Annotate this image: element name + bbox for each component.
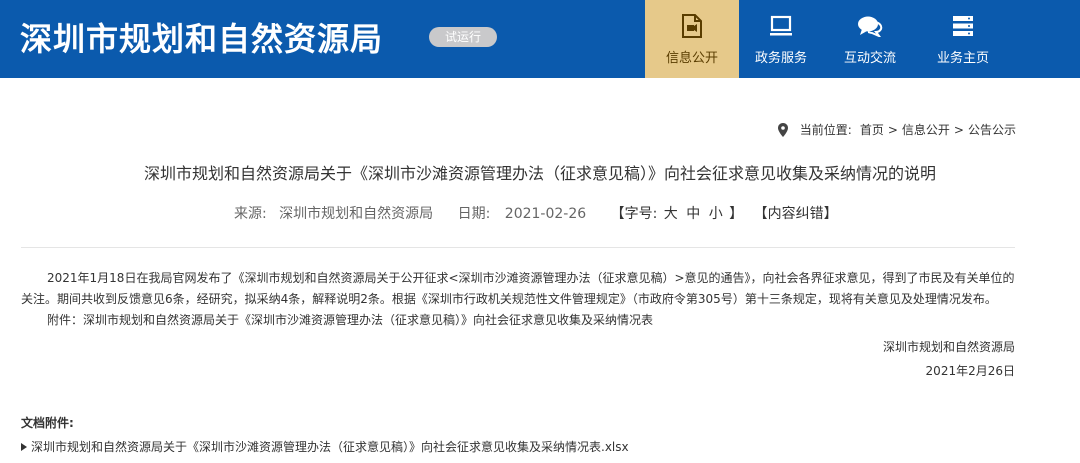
trial-badge: 试运行 xyxy=(429,27,497,47)
fontsize-medium-button[interactable]: 中 xyxy=(686,203,700,223)
fontsize-control: 【字号: 大 中 小 】 xyxy=(611,203,744,223)
breadcrumb-notice[interactable]: 公告公示 xyxy=(968,121,1016,138)
article-paragraph: 2021年1月18日在我局官网发布了《深圳市规划和自然资源局关于公开征求<深圳市… xyxy=(21,271,1015,306)
breadcrumb-home[interactable]: 首页 xyxy=(860,121,884,138)
signature-date: 2021年2月26日 xyxy=(925,364,1015,378)
signature-org: 深圳市规划和自然资源局 xyxy=(882,340,1015,354)
fontsize-close: 】 xyxy=(729,206,744,222)
breadcrumb-separator: > xyxy=(887,122,898,137)
breadcrumb: 当前位置: 首页 > 信息公开 > 公告公示 xyxy=(777,121,1016,138)
server-icon xyxy=(949,13,977,39)
nav-label: 互动交流 xyxy=(843,51,896,66)
chat-icon xyxy=(856,13,884,39)
document-icon xyxy=(678,13,706,39)
site-title[interactable]: 深圳市规划和自然资源局 xyxy=(20,17,383,61)
breadcrumb-separator: > xyxy=(953,122,964,137)
nav-label: 政务服务 xyxy=(754,51,807,66)
nav-gov-service[interactable]: 政务服务 xyxy=(739,0,823,78)
site-header: 深圳市规划和自然资源局 试运行 信息公开 政务服务 互动交流 业务主页 xyxy=(0,0,1080,78)
attachment-line: 附件：深圳市规划和自然资源局关于《深圳市沙滩资源管理办法（征求意见稿）》向社会征… xyxy=(47,313,654,327)
article-body: 2021年1月18日在我局官网发布了《深圳市规划和自然资源局关于公开征求<深圳市… xyxy=(21,268,1021,382)
article-meta: 来源: 深圳市规划和自然资源局 日期: 2021-02-26 【字号: 大 中 … xyxy=(234,203,838,223)
breadcrumb-label: 当前位置: xyxy=(799,123,852,137)
nav-info-public[interactable]: 信息公开 xyxy=(645,0,739,78)
nav-label: 业务主页 xyxy=(936,51,989,66)
monitor-icon xyxy=(767,13,795,39)
nav-interaction[interactable]: 互动交流 xyxy=(823,0,917,78)
source-value: 深圳市规划和自然资源局 xyxy=(279,206,434,222)
attachment-file-name[interactable]: 深圳市规划和自然资源局关于《深圳市沙滩资源管理办法（征求意见稿）》向社会征求意见… xyxy=(31,438,629,455)
content-correction-link[interactable]: 【内容纠错】 xyxy=(754,203,838,223)
source-label: 来源: xyxy=(234,206,267,222)
location-pin-icon xyxy=(777,122,788,137)
attachment-file-link[interactable]: 深圳市规划和自然资源局关于《深圳市沙滩资源管理办法（征求意见稿）》向社会征求意见… xyxy=(21,438,629,455)
files-label: 文档附件: xyxy=(21,416,74,430)
nav-business-home[interactable]: 业务主页 xyxy=(917,0,1009,78)
triangle-right-icon xyxy=(21,442,27,451)
divider xyxy=(21,247,1015,248)
fontsize-small-button[interactable]: 小 xyxy=(709,203,723,223)
breadcrumb-info-public[interactable]: 信息公开 xyxy=(902,121,950,138)
date-value: 2021-02-26 xyxy=(504,206,587,222)
fontsize-large-button[interactable]: 大 xyxy=(664,203,678,223)
nav-label: 信息公开 xyxy=(665,51,718,66)
fontsize-label: 【字号: xyxy=(610,206,658,222)
date-label: 日期: xyxy=(457,206,491,222)
main-nav: 信息公开 政务服务 互动交流 业务主页 xyxy=(645,0,1009,78)
article-title: 深圳市规划和自然资源局关于《深圳市沙滩资源管理办法（征求意见稿）》向社会征求意见… xyxy=(143,164,936,183)
